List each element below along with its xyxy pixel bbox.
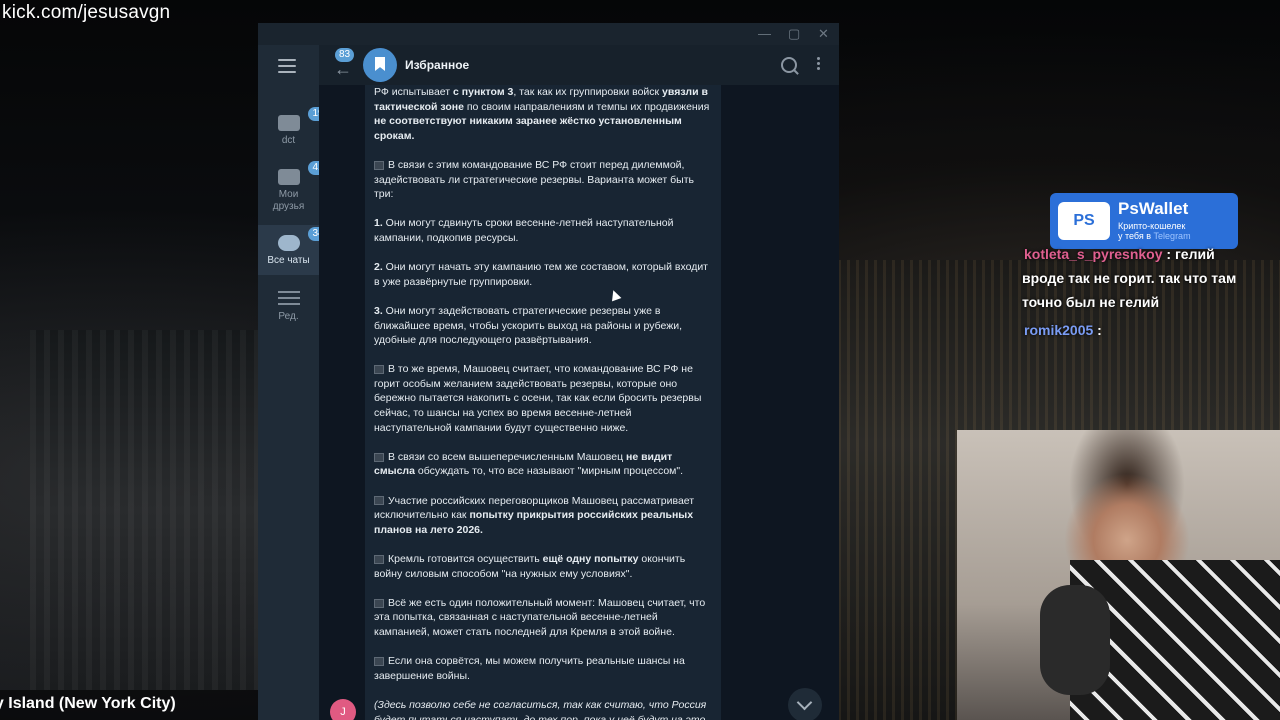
folder-label: Мои друзья [272, 189, 305, 212]
back-arrow-icon[interactable]: ← [334, 59, 352, 80]
back-unread-badge: 83 [335, 48, 355, 62]
stream-url: kick.com/jesusavgn [2, 2, 171, 23]
message-bubble: РФ испытывает с пунктом 3, так как их гр… [365, 85, 721, 720]
search-icon[interactable] [781, 57, 797, 73]
folder-label: Все чаты [267, 255, 310, 266]
square-emoji-icon [374, 598, 384, 608]
pswallet-logo: PS [1058, 202, 1110, 240]
chat-overlay-message: romik2005 : [1024, 322, 1102, 338]
folder-label: Ред. [278, 311, 299, 322]
folder-all-chats[interactable]: 349 Все чаты [258, 225, 335, 275]
folder-icon: 191 [277, 107, 335, 131]
message-paragraph: Кремль готовится осуществить ещё одну по… [374, 553, 686, 580]
telegram-window: — ▢ ✕ 191 dct 41 Мои друзья 349 Все чаты [258, 23, 839, 720]
chat-overlay-message: kotleta_s_pyresnkoy : гелий [1024, 246, 1215, 262]
chat-username: romik2005 [1024, 322, 1094, 338]
square-emoji-icon [374, 160, 384, 170]
chats-icon: 349 [277, 227, 335, 251]
square-emoji-icon [374, 452, 384, 462]
chat-header: ← 83 Избранное [319, 45, 839, 85]
pswallet-tagline: Крипто-кошелек у тебя в Telegram [1118, 221, 1191, 241]
message-paragraph: В связи с этим командование ВС РФ стоит … [374, 158, 694, 201]
location-caption: ey Island (New York City) [0, 690, 258, 720]
folder-icon: 41 [277, 161, 329, 185]
square-emoji-icon [374, 656, 384, 666]
message-paragraph: РФ испытывает с пунктом 3, так как их гр… [374, 86, 710, 142]
folder-dct[interactable]: 191 dct [258, 107, 335, 155]
pswallet-name: PsWallet [1118, 199, 1189, 218]
message-paragraph: Если она сорвётся, мы можем получить реа… [374, 655, 685, 682]
minimize-button[interactable]: — [758, 26, 771, 41]
message-paragraph: (Здесь позволю себе не согласиться, так … [374, 698, 707, 720]
chat-username: kotleta_s_pyresnkoy [1024, 246, 1163, 262]
pswallet-ad-banner: PS PsWallet Крипто-кошелек у тебя в Tele… [1050, 193, 1238, 249]
square-emoji-icon [374, 365, 384, 374]
menu-icon[interactable] [278, 59, 296, 77]
close-button[interactable]: ✕ [818, 26, 829, 42]
chat-title[interactable]: Избранное [405, 58, 469, 72]
scroll-down-icon[interactable] [788, 688, 822, 720]
chat-overlay-line: вроде так не горит. так что там [1022, 270, 1237, 286]
square-emoji-icon [374, 554, 384, 564]
folders-sidebar: 191 dct 41 Мои друзья 349 Все чаты Ред. [258, 45, 335, 720]
window-titlebar: — ▢ ✕ [258, 23, 839, 45]
folder-edit[interactable]: Ред. [258, 289, 319, 329]
chat-overlay-line: точно был не гелий [1022, 294, 1160, 310]
more-options-icon[interactable] [817, 57, 820, 72]
message-paragraph: 1. Они могут сдвинуть сроки весенне-летн… [374, 217, 674, 244]
folder-my-friends[interactable]: 41 Мои друзья [258, 161, 329, 219]
bookmark-icon[interactable] [363, 48, 397, 82]
sliders-icon [277, 291, 300, 307]
microphone-icon [1040, 585, 1110, 695]
city-night-view-left [30, 330, 260, 690]
message-area: РФ испытывает с пунктом 3, так как их гр… [319, 85, 839, 720]
folder-label: dct [281, 135, 296, 146]
message-paragraph: Участие российских переговорщиков Машове… [374, 494, 695, 536]
message-paragraph: Всё же есть один положительный момент: М… [374, 596, 706, 638]
sender-avatar[interactable]: J [330, 699, 356, 720]
square-emoji-icon [374, 496, 384, 506]
message-paragraph: 3. Они могут задействовать стратегически… [374, 304, 683, 347]
maximize-button[interactable]: ▢ [788, 26, 800, 42]
message-paragraph: 2. Они могут начать эту кампанию тем же … [374, 261, 708, 288]
message-paragraph: В связи со всем вышеперечисленным Машове… [374, 450, 684, 478]
message-paragraph: В то же время, Машовец считает, что кома… [374, 363, 702, 434]
